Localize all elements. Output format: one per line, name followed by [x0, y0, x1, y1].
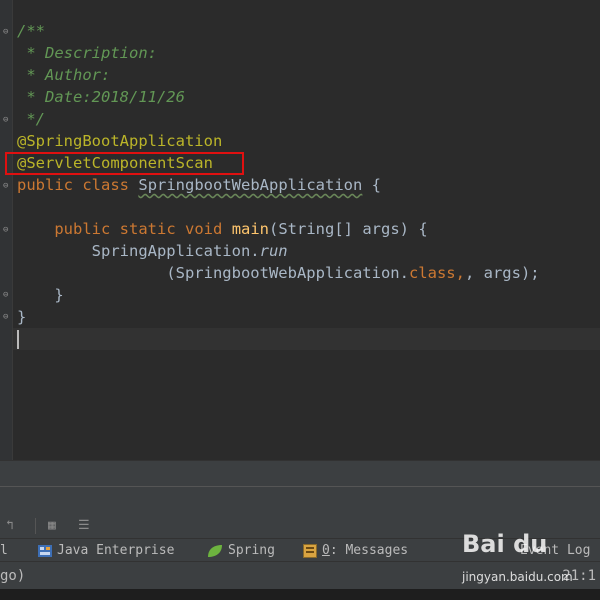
code-line: }: [54, 286, 64, 304]
class-name: SpringbootWebApplication: [138, 176, 363, 194]
code-line: SpringApplication.run: [91, 242, 288, 260]
tab-label: Java Enterprise: [57, 543, 175, 558]
spring-leaf-icon: [208, 544, 222, 557]
messages-icon: [303, 543, 317, 558]
watermark: Bai du jingyan.baidu.com: [462, 530, 600, 592]
fold-icon[interactable]: ⊖: [3, 291, 12, 300]
code-line: * Date:2018/11/26: [17, 88, 185, 106]
text-caret: [17, 330, 19, 349]
watermark-logo: Bai du: [462, 530, 548, 558]
code-line: public static void main(String[] args) {: [54, 220, 428, 238]
collapse-icon[interactable]: ☰: [78, 519, 90, 533]
code-line: * Description:: [17, 44, 157, 62]
code-line: /**: [17, 22, 45, 40]
fold-icon[interactable]: ⊖: [3, 226, 12, 235]
tab-partial[interactable]: l: [0, 542, 8, 560]
editor-gutter: ⊖ ⊖ ⊖ ⊖ ⊖ ⊖: [0, 0, 13, 460]
tab-spring[interactable]: Spring: [207, 542, 275, 560]
java-enterprise-icon: [38, 544, 52, 557]
code-line: public class SpringbootWebApplication {: [17, 176, 381, 194]
fold-icon[interactable]: ⊖: [3, 116, 12, 125]
grid-icon[interactable]: ▦: [48, 519, 56, 533]
tab-java-enterprise[interactable]: Java Enterprise: [38, 542, 174, 560]
watermark-site: jingyan.baidu.com: [462, 570, 573, 584]
editor-footer: [0, 460, 600, 486]
sort-icon[interactable]: ↰: [6, 519, 14, 533]
tab-messages[interactable]: 0: Messages: [303, 542, 408, 560]
code-editor[interactable]: ⊖ ⊖ ⊖ ⊖ ⊖ ⊖ /** * Description: * Author:…: [0, 0, 600, 460]
fold-icon[interactable]: ⊖: [3, 182, 12, 191]
panel-header: [0, 486, 600, 511]
code-line: (SpringbootWebApplication.class,, args);: [166, 264, 540, 282]
tab-label: : Messages: [329, 543, 409, 558]
fold-icon[interactable]: ⊖: [3, 28, 12, 37]
status-message: go): [0, 568, 26, 584]
annotation-highlight-box: [5, 152, 244, 175]
current-line-highlight: [13, 328, 600, 350]
fold-icon[interactable]: ⊖: [3, 313, 12, 322]
toolbar-divider: [35, 518, 36, 534]
code-line: * Author:: [17, 66, 111, 84]
tab-label: Spring: [228, 543, 275, 558]
code-line: */: [17, 110, 45, 128]
code-line: @SpringBootApplication: [17, 132, 223, 150]
code-line: }: [17, 308, 27, 326]
